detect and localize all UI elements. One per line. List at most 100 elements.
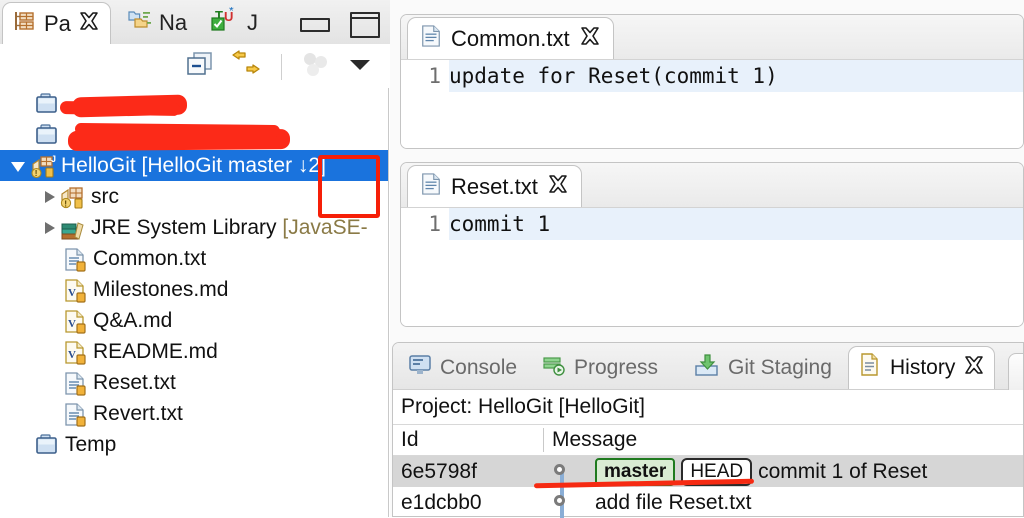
close-icon[interactable] <box>579 25 601 53</box>
code-text[interactable]: update for Reset(commit 1) <box>449 60 1023 92</box>
expand-arrow[interactable] <box>40 188 58 206</box>
svg-text:J: J <box>51 154 56 164</box>
collapse-arrow[interactable] <box>10 157 28 175</box>
expand-arrow[interactable] <box>14 436 32 454</box>
tab-label: History <box>890 356 956 379</box>
tab-junit[interactable]: T U * J <box>200 2 268 44</box>
tree-row-reset-txt[interactable]: Reset.txt <box>0 367 388 398</box>
tab-history[interactable]: History <box>848 346 996 389</box>
code-text[interactable]: commit 1 <box>449 208 1023 240</box>
tree-row-label-dim: [JavaSE- <box>282 215 368 239</box>
progress-icon <box>542 353 566 383</box>
git-staging-icon <box>694 353 720 383</box>
console-icon <box>408 353 432 383</box>
history-project-label: Project: HelloGit [HelloGit] <box>401 395 645 418</box>
tab-overflow-partial[interactable] <box>1008 353 1024 390</box>
markdown-file-icon: V <box>62 340 88 365</box>
tree-row-temp[interactable]: Temp <box>0 429 388 460</box>
project-tree[interactable]: ! J HelloGit [HelloGit master ↓2] ! src … <box>0 88 389 517</box>
tab-label: Console <box>440 355 518 379</box>
tab-package-explorer[interactable]: Pa <box>2 2 111 44</box>
editor-area: Common.txt 1 update for Reset(commit 1) <box>392 0 1024 340</box>
package-explorer-icon <box>13 9 37 39</box>
tree-row-label: Milestones.md <box>93 277 229 301</box>
text-file-icon <box>62 371 88 396</box>
svg-text:V: V <box>68 318 76 330</box>
svg-text:V: V <box>68 287 76 299</box>
commit-graph-node <box>543 487 583 518</box>
line-number: 1 <box>428 64 441 88</box>
expand-arrow[interactable] <box>14 126 32 144</box>
maximize-button[interactable] <box>350 12 380 38</box>
editor-tab-common-txt[interactable]: Common.txt <box>407 17 614 59</box>
svg-text:!: ! <box>35 169 38 178</box>
library-icon <box>60 216 86 240</box>
markdown-file-icon: V <box>62 278 88 303</box>
editor-tab-bar: Common.txt <box>401 15 1023 60</box>
tab-label: Pa <box>44 10 71 36</box>
text-file-icon <box>62 402 88 427</box>
package-explorer-view: Pa Na T U * J ! J HelloGit [HelloGit mas… <box>0 0 390 517</box>
expand-arrow[interactable] <box>40 219 58 237</box>
tree-row-label: JRE System Library [JavaSE- <box>91 215 368 239</box>
tab-label: Progress <box>574 355 659 379</box>
toolbar-separator <box>281 53 282 80</box>
tab-navigator[interactable]: Na <box>118 2 197 44</box>
view-menu-icon[interactable] <box>346 53 374 80</box>
redaction-mark <box>74 122 281 138</box>
close-icon[interactable] <box>963 354 985 382</box>
text-file-icon <box>62 247 88 272</box>
commit-message-cell: add file Reset.txt <box>583 491 1023 515</box>
view-window-buttons <box>300 12 380 38</box>
history-table-header: Id Message <box>393 424 1023 456</box>
code-line: 1 update for Reset(commit 1) <box>401 60 1023 92</box>
markdown-file-icon: V <box>62 309 88 334</box>
collapse-all-icon[interactable] <box>185 50 215 83</box>
tree-row-label: src <box>91 184 119 208</box>
tab-git-staging[interactable]: Git Staging <box>685 346 841 389</box>
tab-label: Na <box>159 10 188 35</box>
minimize-button[interactable] <box>300 18 330 32</box>
editor-body[interactable]: 1 commit 1 <box>401 208 1023 326</box>
tree-row-redacted-1[interactable] <box>0 88 388 119</box>
table-row[interactable]: e1dcbb0 add file Reset.txt <box>393 487 1023 518</box>
editor-body[interactable]: 1 update for Reset(commit 1) <box>401 60 1023 148</box>
column-header-id[interactable]: Id <box>393 428 543 452</box>
tree-row-qa-md[interactable]: V Q&A.md <box>0 305 388 336</box>
link-with-editor-icon[interactable] <box>231 50 263 83</box>
commit-id: 6e5798f <box>401 459 477 483</box>
editor-tab-bar: Reset.txt <box>401 163 1023 208</box>
filter-icon[interactable] <box>300 50 330 83</box>
project-closed-icon <box>34 433 60 457</box>
code-line: 1 commit 1 <box>401 208 1023 240</box>
history-view: Console Progress Git Staging History Pro… <box>392 342 1024 518</box>
redaction-mark <box>59 100 181 117</box>
expand-arrow[interactable] <box>14 95 32 113</box>
tab-progress[interactable]: Progress <box>533 346 667 389</box>
svg-text:*: * <box>229 7 234 18</box>
svg-text:V: V <box>68 349 76 361</box>
column-header-message[interactable]: Message <box>543 428 1023 452</box>
editor-tab-reset-txt[interactable]: Reset.txt <box>407 165 582 207</box>
editor-tab-label: Reset.txt <box>451 173 538 199</box>
project-closed-icon <box>34 123 60 147</box>
tree-row-readme-md[interactable]: V README.md <box>0 336 388 367</box>
tab-label: Git Staging <box>728 355 832 379</box>
commit-id: e1dcbb0 <box>401 490 482 514</box>
history-icon <box>858 352 882 384</box>
tab-label: J <box>247 10 258 35</box>
close-icon[interactable] <box>547 173 569 201</box>
commit-dot <box>554 464 565 475</box>
commit-message: commit 1 of Reset <box>758 459 928 483</box>
text-file-icon <box>420 24 442 54</box>
editor-tab-label: Common.txt <box>451 25 570 51</box>
tree-row-milestones-md[interactable]: V Milestones.md <box>0 274 388 305</box>
tree-row-common-txt[interactable]: Common.txt <box>0 243 388 274</box>
bottom-tab-bar: Console Progress Git Staging History <box>393 343 1024 390</box>
tree-row-label: Q&A.md <box>93 308 173 332</box>
junit-icon: T U * <box>210 4 240 39</box>
tree-row-revert-txt[interactable]: Revert.txt <box>0 398 388 429</box>
close-icon[interactable] <box>78 10 100 38</box>
tree-row-label: README.md <box>93 339 218 363</box>
tab-console[interactable]: Console <box>399 346 526 389</box>
